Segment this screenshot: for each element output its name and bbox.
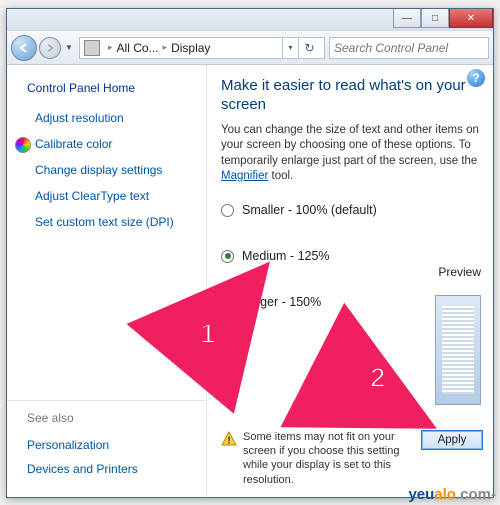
help-icon[interactable]: ? [467,69,485,87]
sidebar-link-adjust-resolution[interactable]: Adjust resolution [7,105,206,131]
option-smaller[interactable]: Smaller - 100% (default) [221,203,483,217]
close-button[interactable]: ✕ [449,9,493,28]
chevron-right-icon: ▸ [108,42,113,53]
navbar: ▼ ▸ All Co... ▸ Display ▾ ↻ [7,31,493,65]
control-panel-window: — □ ✕ ▼ ▸ All Co... ▸ Display ▾ ↻ Contro… [6,8,494,498]
radio-icon[interactable] [221,250,234,263]
breadcrumb-segment[interactable]: Display [171,41,210,55]
option-label: Smaller - 100% (default) [242,203,377,217]
option-medium[interactable]: Medium - 125% [221,249,483,263]
option-label: Medium - 125% [242,249,330,263]
content-pane: ? Make it easier to read what's on your … [207,65,493,497]
warning-icon: ! [221,431,237,447]
search-input[interactable] [329,37,489,59]
maximize-button[interactable]: □ [421,9,449,28]
radio-icon[interactable] [221,204,234,217]
forward-button[interactable] [39,37,61,59]
minimize-button[interactable]: — [393,9,421,28]
back-button[interactable] [11,35,37,61]
sidebar-link-adjust-cleartype[interactable]: Adjust ClearType text [7,183,206,209]
preview-heading: Preview [438,265,481,279]
chevron-right-icon: ▸ [163,42,168,53]
control-panel-icon [84,40,100,56]
magnifier-link[interactable]: Magnifier [221,170,268,182]
annotation-badge-2: 2 [370,362,386,394]
option-label: Larger - 150% [242,295,321,309]
see-also-personalization[interactable]: Personalization [27,433,190,457]
see-also-devices-printers[interactable]: Devices and Printers [27,457,190,481]
see-also-section: See also Personalization Devices and Pri… [7,400,206,497]
preview-image [435,295,481,405]
watermark: yeualo.com- [408,486,496,503]
breadcrumb[interactable]: ▸ All Co... ▸ Display ▾ ↻ [79,37,325,59]
breadcrumb-segment[interactable]: All Co... [117,41,159,55]
sidebar-heading[interactable]: Control Panel Home [7,77,206,105]
sidebar-link-change-display-settings[interactable]: Change display settings [7,157,206,183]
annotation-badge-1: 1 [200,318,216,350]
page-title: Make it easier to read what's on your sc… [221,77,483,115]
see-also-heading: See also [27,411,190,425]
breadcrumb-dropdown[interactable]: ▾ [282,37,298,59]
titlebar[interactable]: — □ ✕ [7,9,493,31]
nav-history-dropdown[interactable]: ▼ [63,43,75,52]
page-description: You can change the size of text and othe… [221,123,483,185]
refresh-icon[interactable]: ↻ [298,37,320,59]
sidebar: Control Panel Home Adjust resolution Cal… [7,65,207,497]
radio-icon[interactable] [221,296,234,309]
sidebar-link-custom-text-size[interactable]: Set custom text size (DPI) [7,209,206,235]
apply-button[interactable]: Apply [421,430,483,450]
warning-text: Some items may not fit on your screen if… [243,430,421,487]
size-options: Smaller - 100% (default) Medium - 125% L… [221,203,483,309]
sidebar-link-calibrate-color[interactable]: Calibrate color [7,131,206,157]
warning-row: ! Some items may not fit on your screen … [221,430,483,487]
svg-text:!: ! [227,435,230,446]
